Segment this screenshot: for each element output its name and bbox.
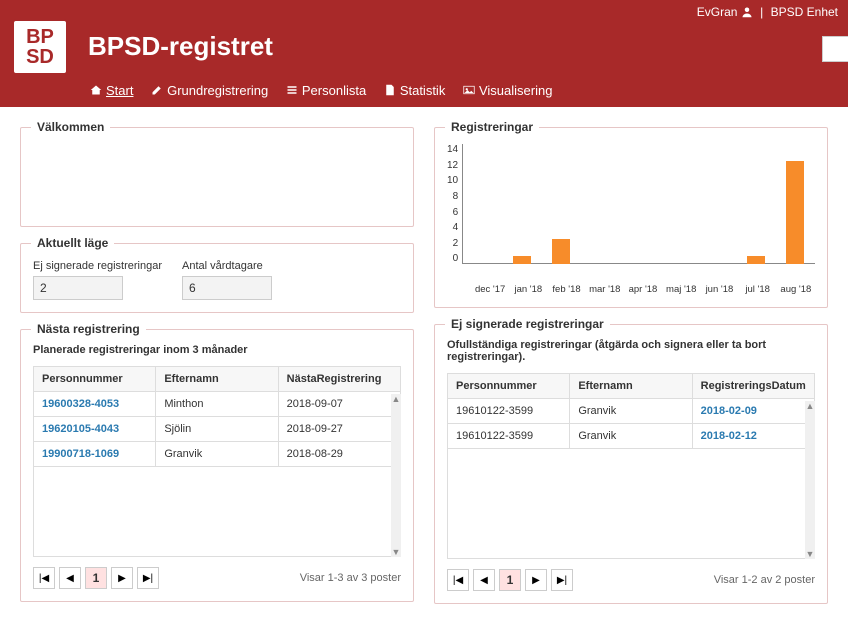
unsigned-panel: Ej signerade registreringar Ofullständig… [434,324,828,604]
unsigned-label: Ej signerade registreringar [33,260,162,272]
unsigned-table: Personnummer Efternamn RegistreringsDatu… [447,373,815,559]
date-link[interactable]: 2018-02-09 [701,405,757,417]
main-nav: Start Grundregistrering Personlista Stat… [90,83,848,100]
chart-bar [786,161,804,264]
chart-y-tick: 12 [447,160,458,171]
username: EvGran [697,5,738,19]
home-icon [90,84,102,96]
chart-y-tick: 8 [453,191,459,202]
chart-x-axis: dec '17jan '18feb '18mar '18apr '18maj '… [471,284,815,295]
chart-bar [552,239,570,265]
chart-x-tick: jul '18 [739,284,777,295]
right-column: Registreringar 14121086420 dec '17jan '1… [434,127,828,604]
scrollbar[interactable]: ▲▼ [805,401,815,559]
pager-page-number: 1 [85,567,107,589]
pager-next-button[interactable]: ▶ [525,569,547,591]
chart-y-tick: 4 [453,222,459,233]
pager-info: Visar 1-3 av 3 poster [300,572,401,584]
next-sub: Planerade registreringar inom 3 månader [33,344,401,356]
app-header: EvGran | BPSD Enhet BP SD BPSD-registret… [0,0,848,107]
chart-y-tick: 0 [453,253,459,264]
chart-x-tick: aug '18 [777,284,815,295]
patients-value: 6 [182,276,272,300]
left-column: Välkommen Aktuellt läge Ej signerade reg… [20,127,414,604]
status-title: Aktuellt läge [31,236,114,250]
pager-info: Visar 1-2 av 2 poster [714,574,815,586]
app-logo: BP SD [12,19,68,75]
chart-title: Registreringar [445,120,539,134]
org-name: BPSD Enhet [771,5,838,19]
chart-bar [513,256,531,265]
table-row[interactable]: 19900718-1069 Granvik 2018-08-29 [34,442,401,467]
welcome-panel: Välkommen [20,127,414,227]
dashboard: Välkommen Aktuellt läge Ej signerade reg… [0,107,848,624]
personnummer-link[interactable]: 19600328-4053 [42,398,119,410]
chart-x-tick: dec '17 [471,284,509,295]
pager-first-button[interactable]: |◀ [33,567,55,589]
pager-next-button[interactable]: ▶ [111,567,133,589]
chart-y-axis: 14 12 10 8 6 4 2 0 [447,144,462,264]
user-icon [741,6,753,18]
nav-statistik[interactable]: Statistik [384,83,446,98]
table-row[interactable]: 19620105-4043 Sjölin 2018-09-27 [34,417,401,442]
nav-visualisering[interactable]: Visualisering [463,83,552,98]
chart-y-tick: 14 [447,144,458,155]
col-efternamn[interactable]: Efternamn [156,367,278,392]
chart-panel: Registreringar 14121086420 dec '17jan '1… [434,127,828,308]
next-table: Personnummer Efternamn NästaRegistrering… [33,366,401,557]
next-registration-panel: Nästa registrering Planerade registrerin… [20,329,414,602]
pager-first-button[interactable]: |◀ [447,569,469,591]
image-icon [463,84,475,96]
col-efternamn[interactable]: Efternamn [570,374,692,399]
pager-prev-button[interactable]: ◀ [473,569,495,591]
app-title: BPSD-registret [88,31,273,62]
col-registreringsdatum[interactable]: RegistreringsDatum [692,374,814,399]
status-panel: Aktuellt läge Ej signerade registreringa… [20,243,414,313]
edit-icon [151,84,163,96]
file-icon [384,84,396,96]
col-personnummer[interactable]: Personnummer [34,367,156,392]
chart-x-tick: jan '18 [509,284,547,295]
chart-bar [747,256,765,265]
personnummer-link[interactable]: 19620105-4043 [42,423,119,435]
nav-personlista[interactable]: Personlista [286,83,366,98]
col-nastaregistrering[interactable]: NästaRegistrering [278,367,400,392]
nav-grundregistrering[interactable]: Grundregistrering [151,83,268,98]
pager-page-number: 1 [499,569,521,591]
user-bar: EvGran | BPSD Enhet [0,0,848,19]
search-input[interactable] [822,36,848,62]
chart-y-tick: 6 [453,207,459,218]
table-row[interactable]: 19610122-3599 Granvik 2018-02-09 [448,399,815,424]
next-title: Nästa registrering [31,322,146,336]
list-icon [286,84,298,96]
chart-y-tick: 10 [447,175,458,186]
table-row[interactable]: 19600328-4053 Minthon 2018-09-07 [34,392,401,417]
date-link[interactable]: 2018-02-12 [701,430,757,442]
chart-x-tick: maj '18 [662,284,700,295]
welcome-title: Välkommen [31,120,110,134]
pager-last-button[interactable]: ▶| [137,567,159,589]
col-personnummer[interactable]: Personnummer [448,374,570,399]
registrations-chart: 14 12 10 8 6 4 2 0 [447,144,815,284]
pager-last-button[interactable]: ▶| [551,569,573,591]
chart-x-tick: feb '18 [547,284,585,295]
patients-label: Antal vårdtagare [182,260,272,272]
unsigned-title: Ej signerade registreringar [445,317,610,331]
nav-start[interactable]: Start [90,83,133,98]
chart-x-tick: jun '18 [700,284,738,295]
chart-x-tick: apr '18 [624,284,662,295]
scrollbar[interactable]: ▲▼ [391,394,401,557]
unsigned-value: 2 [33,276,123,300]
unsigned-sub: Ofullständiga registreringar (åtgärda oc… [447,339,815,363]
personnummer-link[interactable]: 19900718-1069 [42,448,119,460]
chart-y-tick: 2 [453,238,459,249]
pager-prev-button[interactable]: ◀ [59,567,81,589]
table-row[interactable]: 19610122-3599 Granvik 2018-02-12 [448,424,815,449]
chart-x-tick: mar '18 [586,284,624,295]
